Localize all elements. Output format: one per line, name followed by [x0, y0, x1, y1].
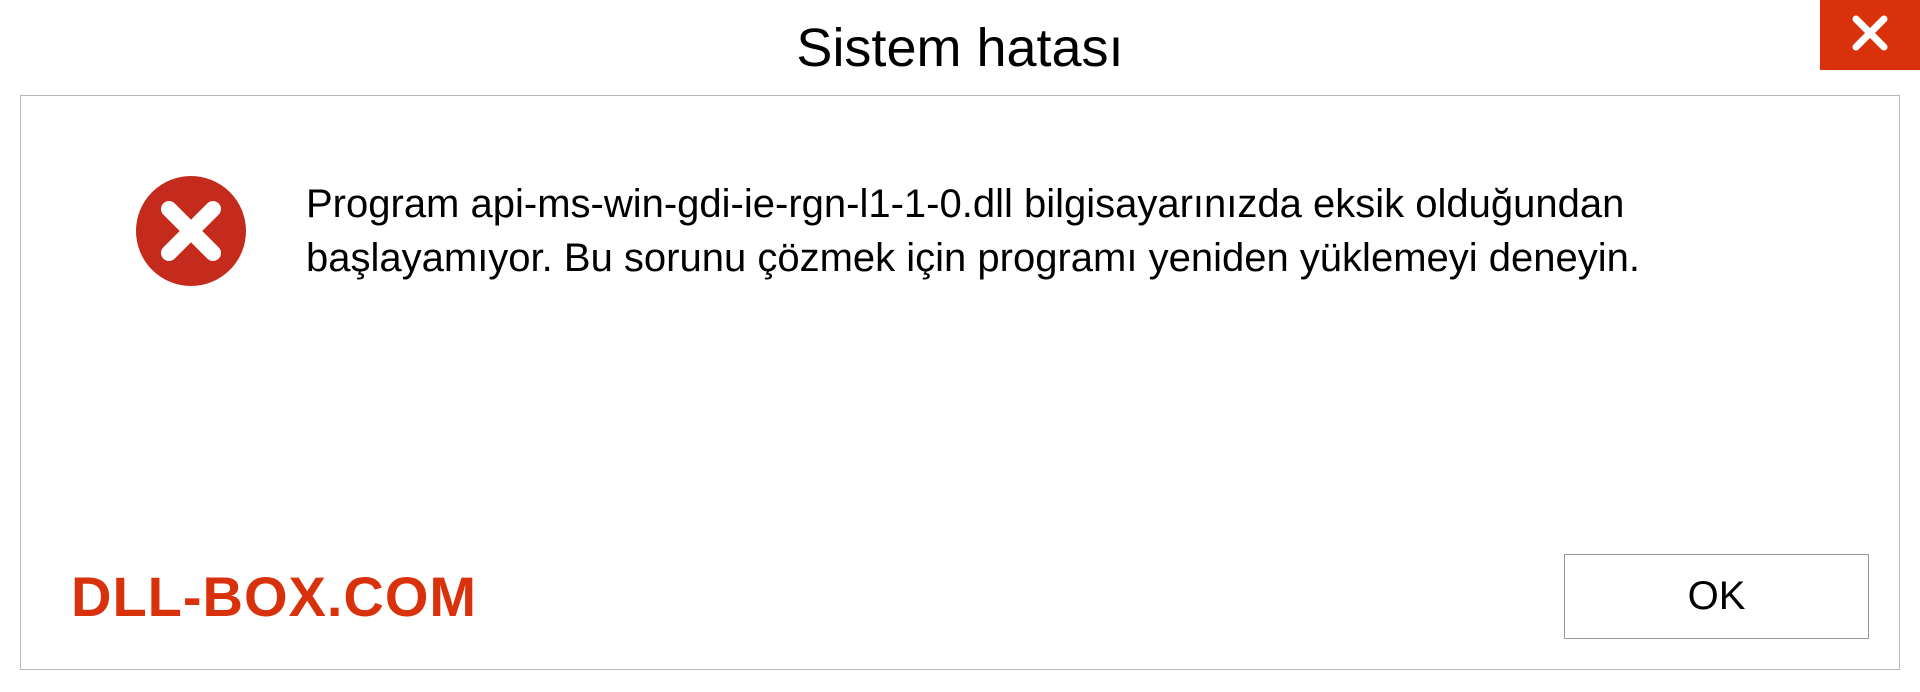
close-button[interactable]: [1820, 0, 1920, 70]
error-message: Program api-ms-win-gdi-ie-rgn-l1-1-0.dll…: [306, 177, 1819, 285]
ok-button[interactable]: OK: [1564, 554, 1869, 639]
window-title: Sistem hatası: [796, 17, 1123, 79]
dialog-footer: DLL-BOX.COM OK: [21, 554, 1869, 639]
title-bar: Sistem hatası: [0, 0, 1920, 95]
error-icon: [131, 171, 251, 291]
watermark-text: DLL-BOX.COM: [71, 564, 477, 629]
dialog-body: Program api-ms-win-gdi-ie-rgn-l1-1-0.dll…: [20, 95, 1900, 670]
ok-button-label: OK: [1688, 574, 1746, 619]
message-row: Program api-ms-win-gdi-ie-rgn-l1-1-0.dll…: [21, 96, 1899, 291]
close-icon: [1850, 13, 1890, 58]
